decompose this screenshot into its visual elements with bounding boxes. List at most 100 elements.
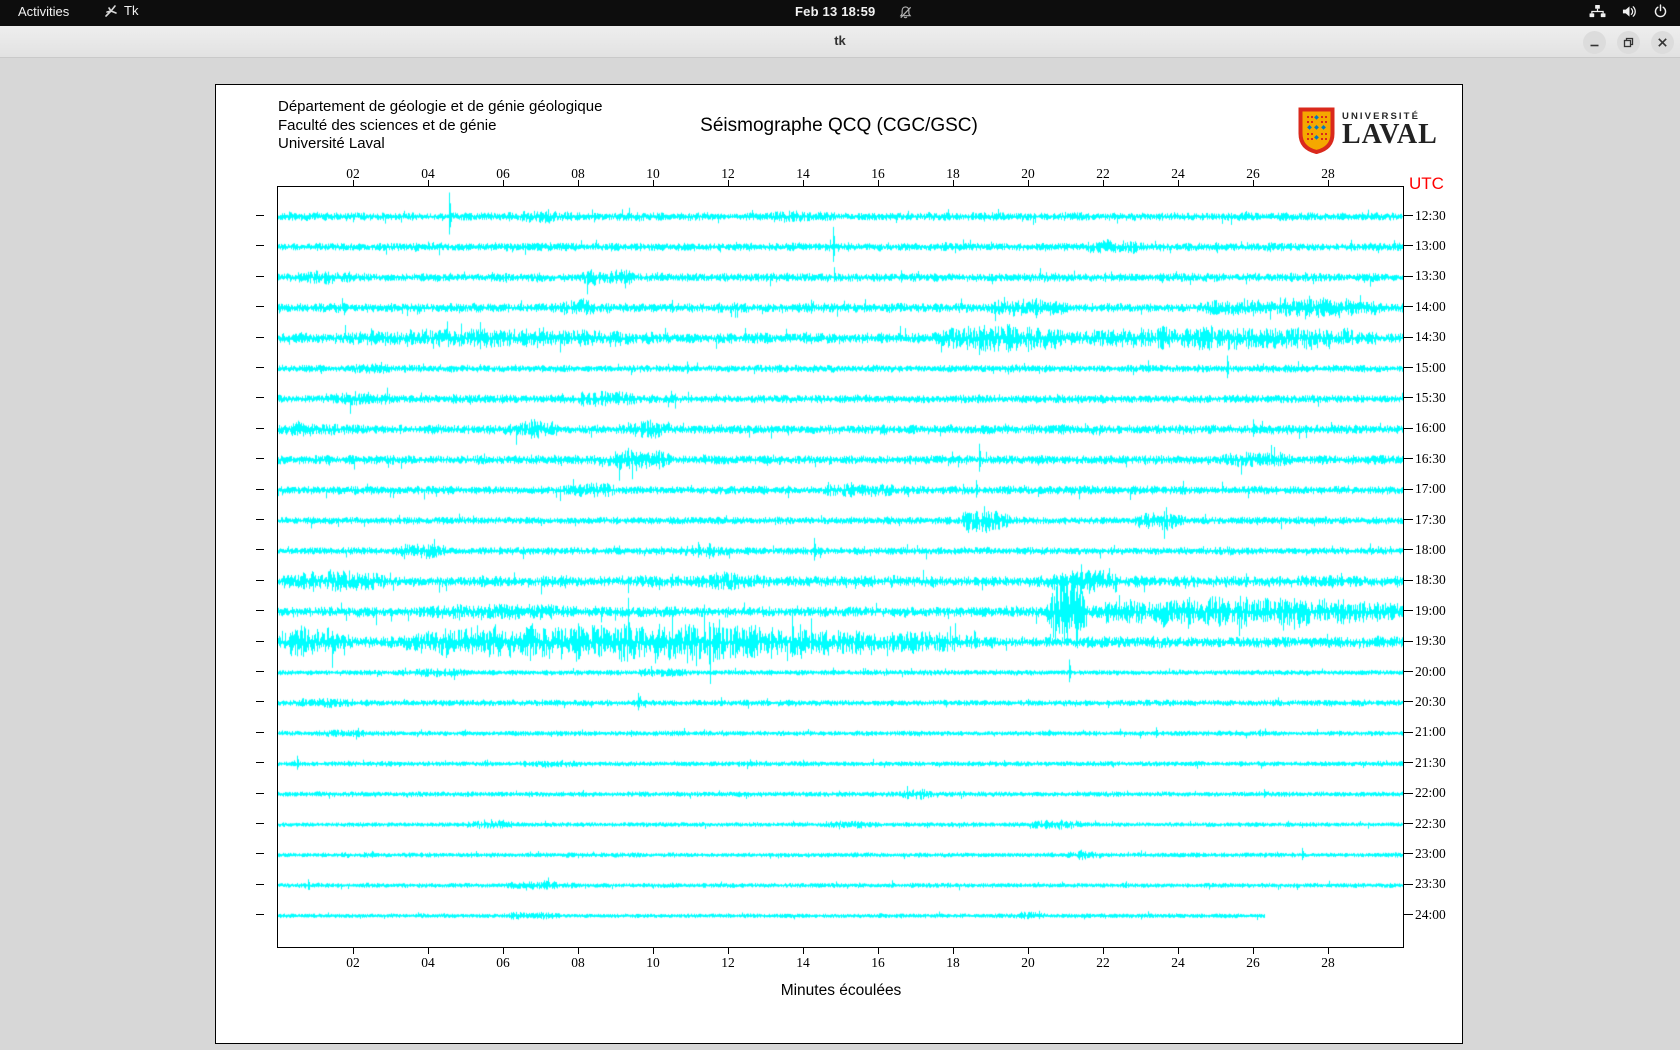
utc-time-label: 19:00 — [1415, 602, 1446, 618]
restore-button[interactable] — [1617, 31, 1640, 54]
utc-time-label: 13:00 — [1415, 237, 1446, 253]
right-y-tickmark — [1404, 853, 1413, 855]
left-y-tickmark — [256, 245, 264, 247]
window-title: tk — [834, 33, 846, 48]
left-y-tickmark — [256, 397, 264, 399]
right-y-tickmark — [1404, 579, 1413, 581]
bottom-x-tick-label: 04 — [421, 955, 435, 970]
utc-time-label: 18:30 — [1415, 572, 1446, 588]
bottom-x-tick-label: 08 — [571, 955, 585, 970]
volume-icon — [1621, 4, 1638, 19]
top-x-tickmark — [1178, 180, 1179, 187]
bottom-x-tick-label: 20 — [1021, 955, 1035, 970]
right-y-tickmark — [1404, 245, 1413, 247]
bottom-x-tick-label: 14 — [796, 955, 810, 970]
institution-line-1: Département de géologie et de génie géol… — [278, 98, 603, 115]
bottom-x-tickmark — [653, 947, 654, 954]
utc-time-label: 23:30 — [1415, 876, 1446, 892]
utc-time-label: 22:30 — [1415, 815, 1446, 831]
bottom-x-tick-label: 06 — [496, 955, 510, 970]
right-y-tickmark — [1404, 701, 1413, 703]
bottom-x-tickmark — [503, 947, 504, 954]
bottom-x-tick-label: 24 — [1171, 955, 1185, 970]
bottom-x-tickmark — [1328, 947, 1329, 954]
bottom-x-tickmark — [1103, 947, 1104, 954]
top-x-tickmark — [653, 180, 654, 187]
utc-time-label: 20:00 — [1415, 663, 1446, 679]
bottom-x-tickmark — [953, 947, 954, 954]
power-icon — [1653, 4, 1668, 19]
left-y-tickmark — [256, 458, 264, 460]
tk-window-body: Département de géologie et de génie géol… — [0, 58, 1680, 1050]
utc-time-label: 17:30 — [1415, 511, 1446, 527]
left-y-tickmark — [256, 336, 264, 338]
left-y-tickmark — [256, 671, 264, 672]
right-y-tickmark — [1404, 762, 1413, 764]
bottom-x-tick-label: 18 — [946, 955, 960, 970]
top-x-tickmark — [428, 180, 429, 187]
top-x-tickmark — [728, 180, 729, 187]
left-y-tickmark — [256, 579, 264, 581]
utc-time-label: 20:30 — [1415, 693, 1446, 709]
utc-time-label: 24:00 — [1415, 906, 1446, 922]
app-menu-label: Tk — [124, 3, 139, 18]
right-y-tickmark — [1404, 397, 1413, 399]
left-y-tickmark — [256, 367, 264, 368]
right-y-tickmark — [1404, 640, 1413, 642]
app-menu[interactable]: Tk — [104, 3, 138, 18]
seismogram-canvas — [278, 187, 1403, 947]
left-y-tickmark — [256, 275, 264, 277]
right-y-tickmark — [1404, 610, 1413, 612]
seismograph-canvas-area: Département de géologie et de génie géol… — [215, 84, 1463, 1044]
close-button[interactable] — [1651, 31, 1674, 54]
utc-time-label: 15:30 — [1415, 389, 1446, 405]
tk-icon — [104, 4, 118, 18]
clock[interactable]: Feb 13 18:59 — [795, 4, 875, 19]
logo-laval-text: LAVAL — [1342, 119, 1438, 150]
utc-time-label: 13:30 — [1415, 268, 1446, 284]
bottom-x-tickmark — [353, 947, 354, 954]
system-status-area[interactable] — [1589, 4, 1668, 19]
right-y-tickmark — [1404, 792, 1413, 794]
bottom-x-tickmark — [1253, 947, 1254, 954]
utc-time-label: 14:00 — [1415, 298, 1446, 314]
top-x-tickmark — [803, 180, 804, 187]
bottom-x-tickmark — [728, 947, 729, 954]
right-y-tickmark — [1404, 458, 1413, 460]
chart-title: Séismographe QCQ (CGC/GSC) — [700, 115, 978, 136]
left-y-tickmark — [256, 549, 264, 551]
left-y-tickmark — [256, 762, 264, 764]
utc-time-label: 17:00 — [1415, 481, 1446, 497]
right-y-tickmark — [1404, 823, 1413, 824]
right-y-tickmark — [1404, 519, 1413, 520]
bottom-x-tick-label: 12 — [721, 955, 735, 970]
activities-button[interactable]: Activities — [14, 4, 73, 19]
bottom-x-tickmark — [578, 947, 579, 954]
notifications-off-icon — [898, 5, 913, 20]
utc-time-label: 21:00 — [1415, 724, 1446, 740]
left-y-tickmark — [256, 519, 264, 520]
utc-time-label: 18:00 — [1415, 541, 1446, 557]
right-y-tickmark — [1404, 427, 1413, 429]
left-y-tickmark — [256, 731, 264, 733]
utc-time-label: 21:30 — [1415, 754, 1446, 770]
right-y-tickmark — [1404, 275, 1413, 277]
right-y-tickmark — [1404, 367, 1413, 368]
bottom-x-tick-label: 28 — [1321, 955, 1335, 970]
left-y-tickmark — [256, 488, 264, 490]
top-x-tickmark — [1103, 180, 1104, 187]
right-y-tickmark — [1404, 671, 1413, 672]
right-y-tickmark — [1404, 488, 1413, 490]
institution-line-3: Université Laval — [278, 135, 385, 152]
right-y-tickmark — [1404, 215, 1413, 216]
bottom-x-tickmark — [803, 947, 804, 954]
window-titlebar[interactable]: tk — [0, 26, 1680, 58]
utc-time-label: 16:30 — [1415, 450, 1446, 466]
right-y-tickmark — [1404, 914, 1413, 916]
right-y-tickmark — [1404, 883, 1413, 885]
bottom-x-tick-label: 02 — [346, 955, 360, 970]
left-y-tickmark — [256, 427, 264, 429]
minimize-button[interactable] — [1583, 31, 1606, 54]
right-y-tickmark — [1404, 306, 1413, 308]
laval-shield-icon — [1298, 107, 1335, 154]
